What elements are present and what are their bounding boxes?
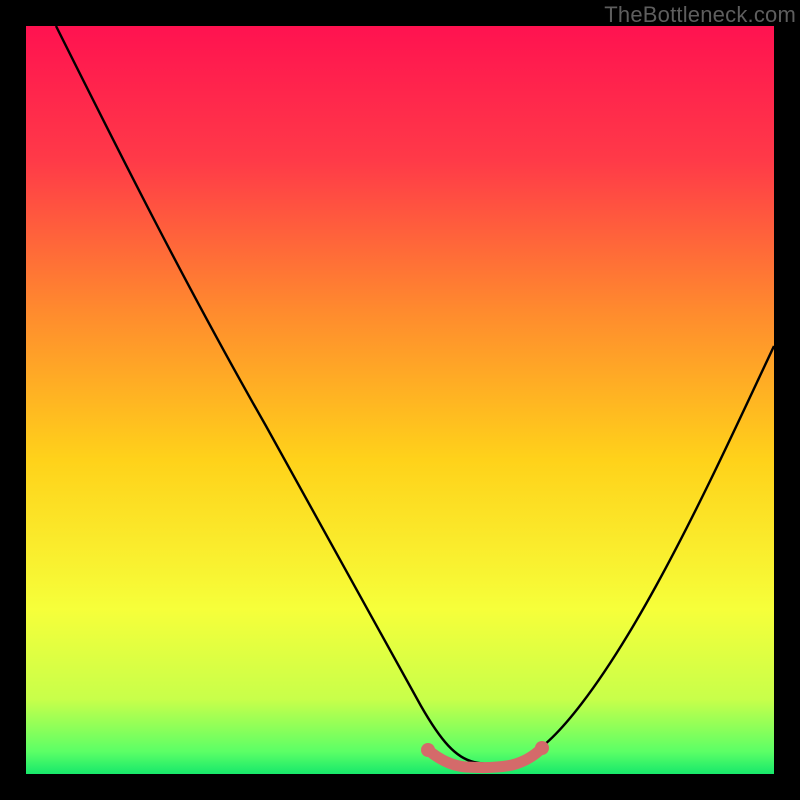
highlight-band [428,748,542,768]
highlight-dot-right [535,741,549,755]
chart-overlay [26,26,774,774]
curve-line [56,26,774,764]
highlight-dot-left [421,743,435,757]
watermark-text: TheBottleneck.com [604,2,796,28]
chart-frame [26,26,774,774]
